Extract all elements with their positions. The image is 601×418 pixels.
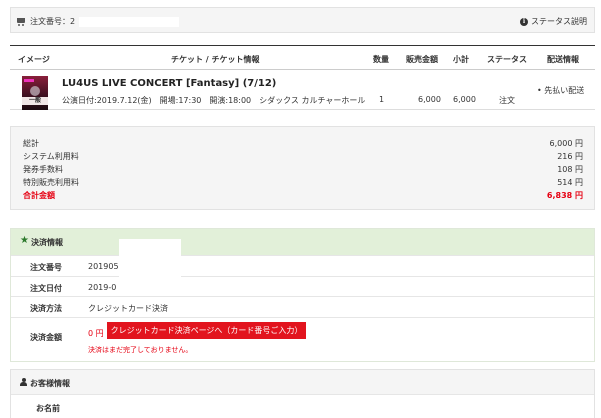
header-status: ステータス [487,55,527,64]
status-help-text[interactable]: ステータス説明 [531,16,587,27]
concert-info: 公演日付:2019.7.12(金) 開場:17:30 開演:18:00 シダック… [62,96,366,105]
payment-notice: 決済はまだ完了しておりません。 [88,346,193,354]
payment-header: ★ 決済情報 [11,229,594,255]
redacted-area [79,16,180,27]
price-value: 6,000 [418,95,441,104]
system-fee-row: システム利用料 216 円 [23,152,583,161]
special-fee-row: 特別販売利用料 514 円 [23,178,583,187]
payment-order-date-row: 注文日付 2019-0 [11,276,594,296]
credit-card-payment-button[interactable]: クレジットカード決済ページへ（カード番号ご入力） [107,322,306,339]
user-icon [20,378,27,386]
status-help-link[interactable]: i ステータス説明 [520,16,587,27]
order-number: 注文番号：2 [17,16,180,27]
payment-method-row: 決済方法 クレジットカード決済 [11,296,594,317]
customer-title: お客様情報 [30,379,70,388]
table-row: 一般 LU4US LIVE CONCERT [Fantasy] (7/12) 公… [10,70,595,110]
header-image: イメージ [18,55,50,64]
subtotal-value: 6,000 [453,95,476,104]
header-ticket: チケット / チケット情報 [171,55,260,64]
payment-order-no: 201905 [88,262,119,271]
customer-panel: お客様情報 お名前 [10,369,595,418]
redacted-area [119,239,181,283]
grand-total-row: 合計金額 6,838 円 [23,191,583,200]
table-header: イメージ チケット / チケット情報 数量 販売金額 小計 ステータス 配送情報 [10,45,595,70]
quantity-value: 1 [379,95,385,104]
payment-title: 決済情報 [31,238,63,247]
ticket-thumbnail: 一般 [22,76,48,110]
payment-method: クレジットカード決済 [88,304,168,313]
customer-header: お客様情報 [11,370,594,394]
customer-name-row: お名前 [11,394,594,418]
header-quantity: 数量 [373,55,389,64]
header-subtotal: 小計 [453,55,469,64]
delivery-value: • 先払い配送 [537,86,585,95]
header-price: 販売金額 [406,55,438,64]
payment-order-date: 2019-0 [88,283,117,292]
thumbnail-label: 一般 [22,97,48,105]
header-delivery: 配送情報 [547,55,579,64]
total-row: 総計 6,000 円 [23,139,583,148]
status-value: 注文 [499,96,515,105]
totals-panel: 総計 6,000 円 システム利用料 216 円 発券手数料 108 円 特別販… [10,126,595,210]
order-number-bar: 注文番号：2 i ステータス説明 [10,7,595,33]
ticket-table: イメージ チケット / チケット情報 数量 販売金額 小計 ステータス 配送情報… [10,45,595,110]
order-number-text: 注文番号：2 [30,17,76,26]
ticketing-fee-row: 発券手数料 108 円 [23,165,583,174]
star-icon: ★ [20,235,29,246]
concert-title: LU4US LIVE CONCERT [Fantasy] (7/12) [62,78,277,89]
payment-order-no-row: 注文番号 201905 [11,255,594,276]
cart-icon [17,17,26,26]
payment-panel: ★ 決済情報 注文番号 201905 注文日付 2019-0 決済方法 クレジッ… [10,228,595,362]
payment-amount: 0 円 [88,329,104,338]
info-icon: i [520,17,528,26]
